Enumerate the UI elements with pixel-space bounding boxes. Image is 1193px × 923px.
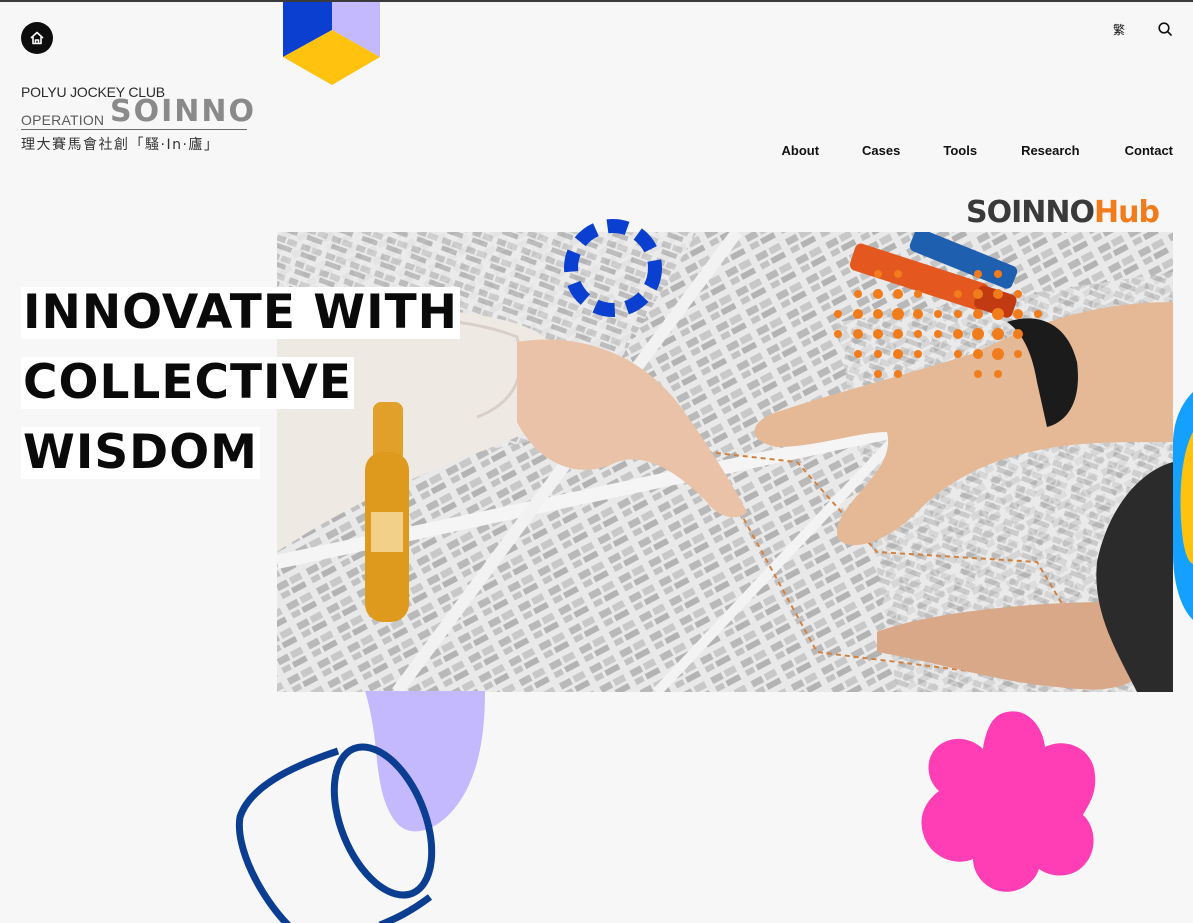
- home-icon: [30, 31, 44, 45]
- nav-about[interactable]: About: [782, 143, 820, 158]
- headline-line-1: INNOVATE WITH: [21, 285, 461, 340]
- hub-logo-part2: Hub: [1094, 195, 1160, 230]
- logo-chinese-name: 理大賽馬會社創「騷·In·廬」: [21, 137, 220, 153]
- soinno-hub-logo[interactable]: SOINNOHub: [966, 195, 1160, 230]
- dashed-circle-decoration: [564, 219, 662, 317]
- main-nav: About Cases Tools Research Contact: [782, 143, 1174, 158]
- language-toggle[interactable]: 繁: [1113, 21, 1125, 38]
- logo-operation: OPERATION: [21, 112, 105, 128]
- dot-pattern-decoration: [834, 270, 1042, 378]
- hub-logo-part1: SOINNO: [966, 195, 1095, 230]
- nav-cases[interactable]: Cases: [862, 143, 900, 158]
- site-logo[interactable]: POLYU JOCKEY CLUB OPERATION SOINNO 理大賽馬會…: [21, 84, 261, 156]
- pink-blob-decoration: [921, 711, 1096, 892]
- nav-tools[interactable]: Tools: [943, 143, 977, 158]
- blue-side-shape: [1172, 392, 1193, 620]
- headline-line-2: COLLECTIVE: [21, 355, 354, 410]
- hero-headline: INNOVATE WITH COLLECTIVE WISDOM: [21, 285, 461, 497]
- headline-line-3: WISDOM: [21, 425, 260, 480]
- nav-contact[interactable]: Contact: [1125, 143, 1173, 158]
- hexagon-decoration: [283, 2, 380, 85]
- search-icon[interactable]: [1157, 21, 1173, 37]
- home-button[interactable]: [21, 22, 53, 54]
- page: 繁 POLYU JOCKEY CLUB OPERATION SOINNO 理大賽…: [0, 0, 1193, 923]
- nav-research[interactable]: Research: [1021, 143, 1080, 158]
- cup-outline-decoration: [235, 743, 436, 923]
- logo-brand: SOINNO: [110, 94, 256, 129]
- logo-divider: [21, 129, 247, 130]
